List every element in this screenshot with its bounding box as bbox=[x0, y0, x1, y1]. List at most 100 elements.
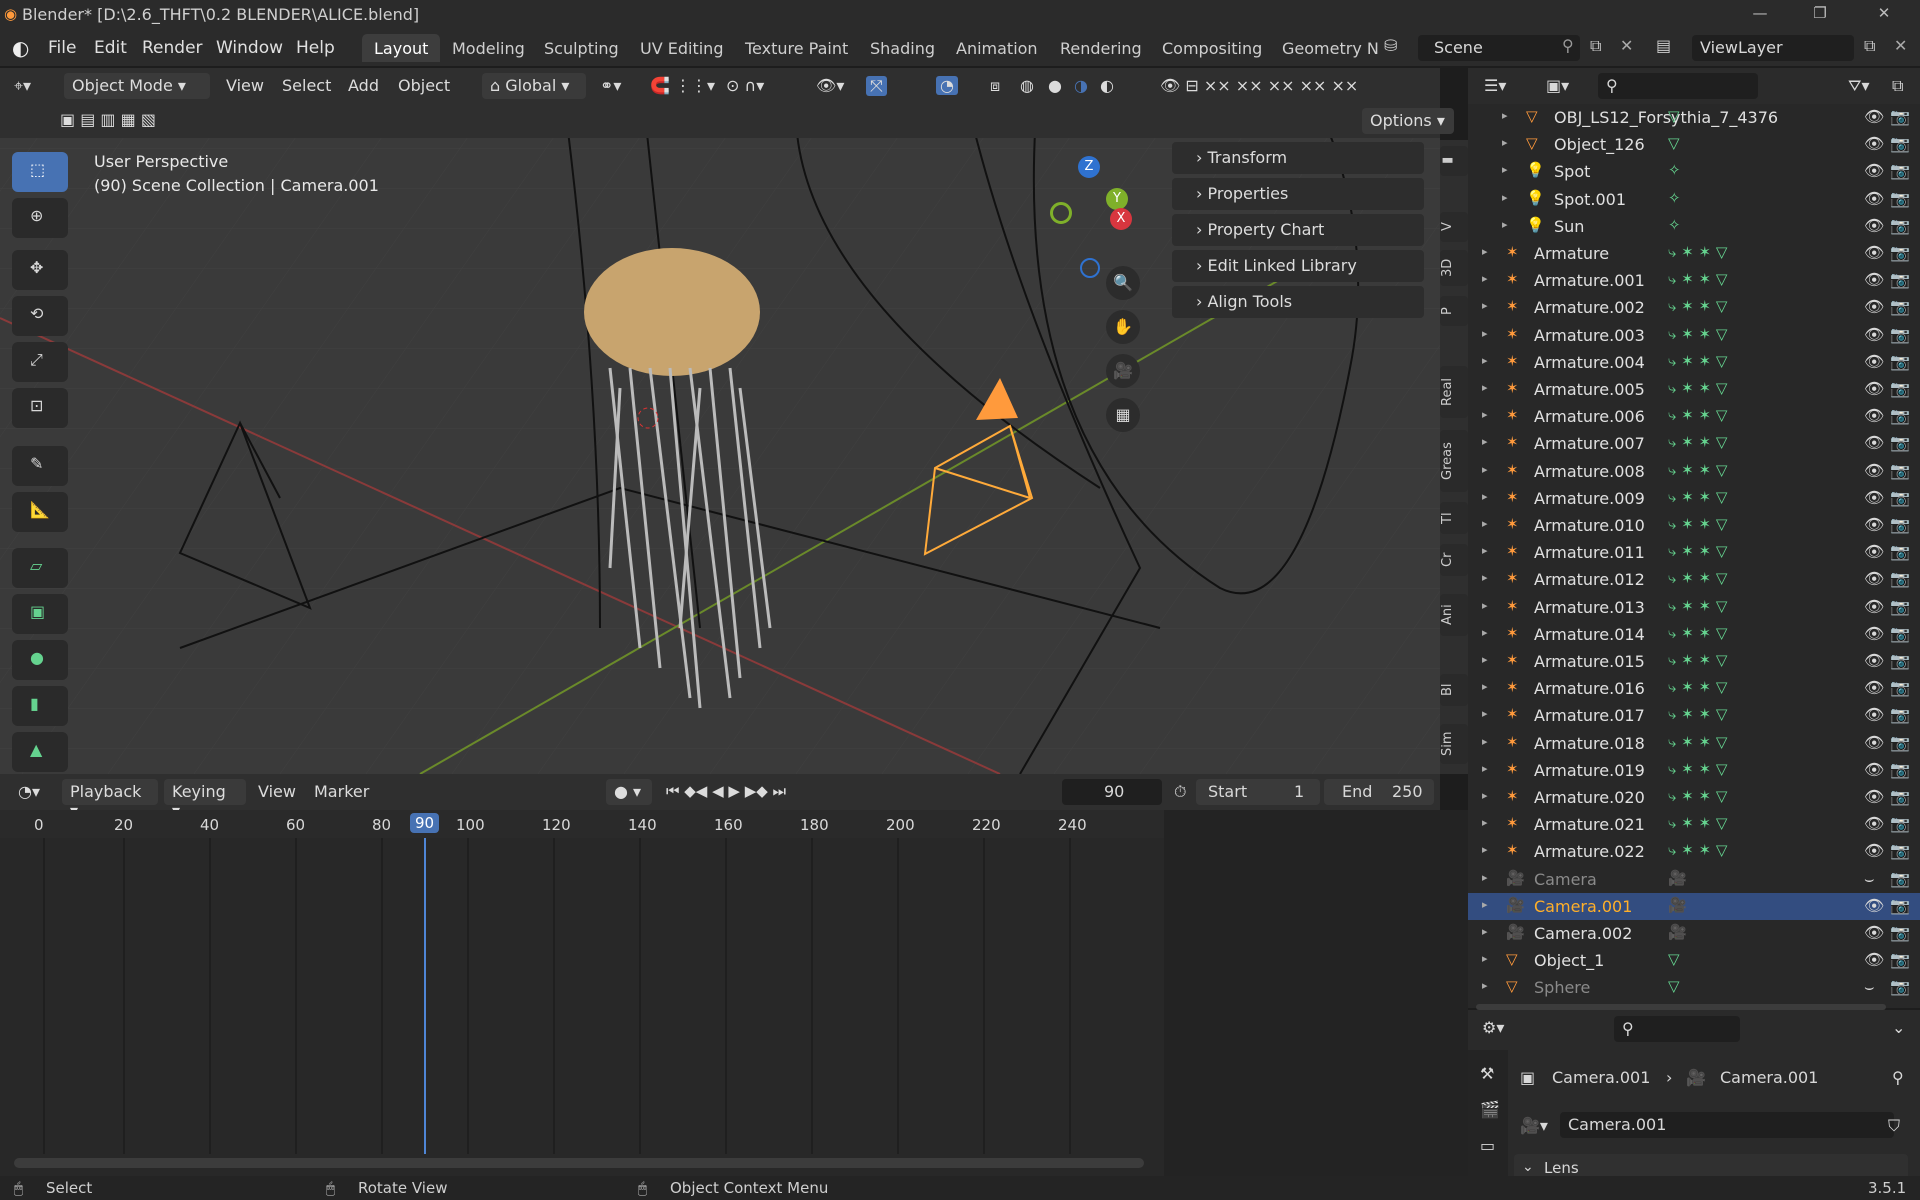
tool-select-box[interactable]: ⬚ bbox=[12, 152, 68, 192]
vtab-ani[interactable]: Ani bbox=[1440, 594, 1468, 636]
expand-arrow-icon[interactable]: ▸ bbox=[1502, 218, 1508, 231]
render-camera-icon[interactable]: 📷 bbox=[1890, 297, 1910, 316]
expand-arrow-icon[interactable]: ▸ bbox=[1482, 707, 1488, 720]
visibility-eye-icon[interactable]: 👁 bbox=[1864, 678, 1884, 697]
render-camera-icon[interactable]: 📷 bbox=[1890, 869, 1910, 888]
new-collection-icon[interactable]: ⧉ bbox=[1892, 76, 1903, 96]
data-modifier-icons[interactable]: ⤷ ✶ ✶ ▽ bbox=[1668, 760, 1727, 778]
data-modifier-icons[interactable]: ⤷ ✶ ✶ ▽ bbox=[1668, 651, 1727, 669]
shading-wireframe-icon[interactable]: ◍ bbox=[1020, 76, 1034, 95]
outliner-item-name[interactable]: Armature.004 bbox=[1534, 353, 1645, 372]
maximize-icon[interactable]: ❐ bbox=[1800, 4, 1840, 26]
visibility-eye-icon[interactable]: 👁 bbox=[1864, 243, 1884, 262]
visibility-eye-icon[interactable]: 👁 bbox=[1864, 515, 1884, 534]
viewport-menu-add[interactable]: Add bbox=[348, 76, 379, 95]
outliner-item-name[interactable]: Armature.011 bbox=[1534, 543, 1645, 562]
preview-range-icon[interactable]: ⏱ bbox=[1174, 782, 1186, 802]
data-modifier-icons[interactable]: ▽ bbox=[1668, 107, 1680, 125]
expand-arrow-icon[interactable]: ▸ bbox=[1482, 327, 1488, 340]
visibility-eye-icon[interactable]: 👁 bbox=[1864, 433, 1884, 452]
render-camera-icon[interactable]: 📷 bbox=[1890, 950, 1910, 969]
data-modifier-icons[interactable]: 🎥 bbox=[1668, 923, 1687, 941]
tab-compositing[interactable]: Compositing bbox=[1150, 34, 1274, 62]
outliner-item-name[interactable]: Armature.008 bbox=[1534, 462, 1645, 481]
expand-arrow-icon[interactable]: ▸ bbox=[1482, 354, 1488, 367]
outliner-item-name[interactable]: Armature.020 bbox=[1534, 788, 1645, 807]
render-camera-icon[interactable]: 📷 bbox=[1890, 542, 1910, 561]
render-camera-icon[interactable]: 📷 bbox=[1890, 243, 1910, 262]
playhead-frame[interactable]: 90 bbox=[410, 813, 440, 833]
data-modifier-icons[interactable]: ⤷ ✶ ✶ ▽ bbox=[1668, 352, 1727, 370]
render-camera-icon[interactable]: 📷 bbox=[1890, 787, 1910, 806]
data-modifier-icons[interactable]: ⤷ ✶ ✶ ▽ bbox=[1668, 461, 1727, 479]
expand-arrow-icon[interactable]: ▸ bbox=[1482, 843, 1488, 856]
gizmo-z-axis[interactable]: Z bbox=[1078, 156, 1100, 178]
data-modifier-icons[interactable]: ✧ bbox=[1668, 161, 1681, 179]
expand-arrow-icon[interactable]: ▸ bbox=[1482, 272, 1488, 285]
expand-arrow-icon[interactable]: ▸ bbox=[1482, 816, 1488, 829]
camera-view-icon[interactable]: 🎥 bbox=[1106, 354, 1140, 388]
outliner-item-name[interactable]: Armature.003 bbox=[1534, 326, 1645, 345]
render-camera-icon[interactable]: 📷 bbox=[1890, 678, 1910, 697]
render-camera-icon[interactable]: 📷 bbox=[1890, 896, 1910, 915]
outliner-item-name[interactable]: Sphere bbox=[1534, 978, 1590, 997]
outliner-row[interactable]: ▸ 💡 Sun ✧ 👁 📷 bbox=[1468, 213, 1920, 240]
outliner-item-name[interactable]: Armature.007 bbox=[1534, 434, 1645, 453]
outliner-item-name[interactable]: Armature.022 bbox=[1534, 842, 1645, 861]
outliner-row[interactable]: ▸ ✶ Armature.014 ⤷ ✶ ✶ ▽ 👁 📷 bbox=[1468, 621, 1920, 648]
proportional-edit-icon[interactable]: ⊙ ∩▾ bbox=[726, 76, 764, 95]
tool-move[interactable]: ✥ bbox=[12, 250, 68, 290]
visibility-eye-icon[interactable]: 👁 bbox=[1864, 297, 1884, 316]
data-modifier-icons[interactable]: 🎥 bbox=[1668, 869, 1687, 887]
expand-arrow-icon[interactable]: ▸ bbox=[1482, 599, 1488, 612]
timeline-menu-marker[interactable]: Marker bbox=[314, 782, 369, 801]
tool-measure[interactable]: 📐 bbox=[12, 492, 68, 532]
outliner-item-name[interactable]: Camera bbox=[1534, 870, 1597, 889]
render-camera-icon[interactable]: 📷 bbox=[1890, 977, 1910, 996]
expand-arrow-icon[interactable]: ▸ bbox=[1482, 653, 1488, 666]
data-modifier-icons[interactable]: ✧ bbox=[1668, 189, 1681, 207]
render-camera-icon[interactable]: 📷 bbox=[1890, 814, 1910, 833]
data-modifier-icons[interactable]: ⤷ ✶ ✶ ▽ bbox=[1668, 624, 1727, 642]
visibility-eye-icon[interactable]: 👁 bbox=[1864, 814, 1884, 833]
visibility-eye-icon[interactable]: 👁 bbox=[1864, 923, 1884, 942]
render-camera-icon[interactable]: 📷 bbox=[1890, 597, 1910, 616]
outliner-row[interactable]: ▸ ✶ Armature ⤷ ✶ ✶ ▽ 👁 📷 bbox=[1468, 240, 1920, 267]
shading-rendered-icon[interactable]: ◐ bbox=[1100, 76, 1114, 95]
scene-icon[interactable]: ⛁ bbox=[1384, 36, 1397, 55]
render-camera-icon[interactable]: 📷 bbox=[1890, 161, 1910, 180]
visibility-eye-icon[interactable]: 👁 bbox=[1864, 624, 1884, 643]
tab-modeling[interactable]: Modeling bbox=[440, 34, 537, 62]
expand-arrow-icon[interactable]: ▸ bbox=[1482, 299, 1488, 312]
new-scene-icon[interactable]: ⧉ bbox=[1590, 36, 1601, 56]
display-mode-icon[interactable]: ▣▾ bbox=[1546, 76, 1569, 95]
expand-arrow-icon[interactable]: ▸ bbox=[1482, 517, 1488, 530]
outliner-row[interactable]: ▸ ✶ Armature.012 ⤷ ✶ ✶ ▽ 👁 📷 bbox=[1468, 566, 1920, 593]
new-view-layer-icon[interactable]: ⧉ bbox=[1864, 36, 1875, 56]
outliner-item-name[interactable]: Object_1 bbox=[1534, 951, 1604, 970]
camera-data-dropdown-icon[interactable]: 🎥▾ bbox=[1520, 1116, 1548, 1135]
outliner-row[interactable]: ▸ ✶ Armature.005 ⤷ ✶ ✶ ▽ 👁 📷 bbox=[1468, 376, 1920, 403]
outliner-item-name[interactable]: Sun bbox=[1554, 217, 1584, 236]
render-camera-icon[interactable]: 📷 bbox=[1890, 134, 1910, 153]
editor-type-icon[interactable]: ⌖▾ bbox=[14, 76, 31, 96]
render-camera-icon[interactable]: 📷 bbox=[1890, 733, 1910, 752]
expand-arrow-icon[interactable]: ▸ bbox=[1502, 191, 1508, 204]
tool-rotate[interactable]: ⟲ bbox=[12, 296, 68, 336]
data-modifier-icons[interactable]: ⤷ ✶ ✶ ▽ bbox=[1668, 814, 1727, 832]
data-modifier-icons[interactable]: ⤷ ✶ ✶ ▽ bbox=[1668, 515, 1727, 533]
tool-add-cone[interactable]: ▲ bbox=[12, 732, 68, 772]
visibility-eye-icon[interactable]: ⌣ bbox=[1864, 977, 1875, 997]
visibility-eye-icon[interactable]: 👁 bbox=[1864, 406, 1884, 425]
render-camera-icon[interactable]: 📷 bbox=[1890, 841, 1910, 860]
camera-data-name-field[interactable]: Camera.001 bbox=[1560, 1112, 1894, 1138]
vtab-tl[interactable]: Tl bbox=[1440, 502, 1468, 534]
outliner-item-name[interactable]: Object_126 bbox=[1554, 135, 1645, 154]
tab-texture-paint[interactable]: Texture Paint bbox=[733, 34, 860, 62]
npanel-property-chart[interactable]: › Property Chart bbox=[1172, 214, 1424, 246]
expand-arrow-icon[interactable]: ▸ bbox=[1482, 762, 1488, 775]
visibility-eye-icon[interactable]: 👁 bbox=[1864, 787, 1884, 806]
vtab-greas[interactable]: Greas bbox=[1440, 430, 1468, 492]
data-modifier-icons[interactable]: ⤷ ✶ ✶ ▽ bbox=[1668, 841, 1727, 859]
timeline-menu-view[interactable]: View bbox=[258, 782, 296, 801]
